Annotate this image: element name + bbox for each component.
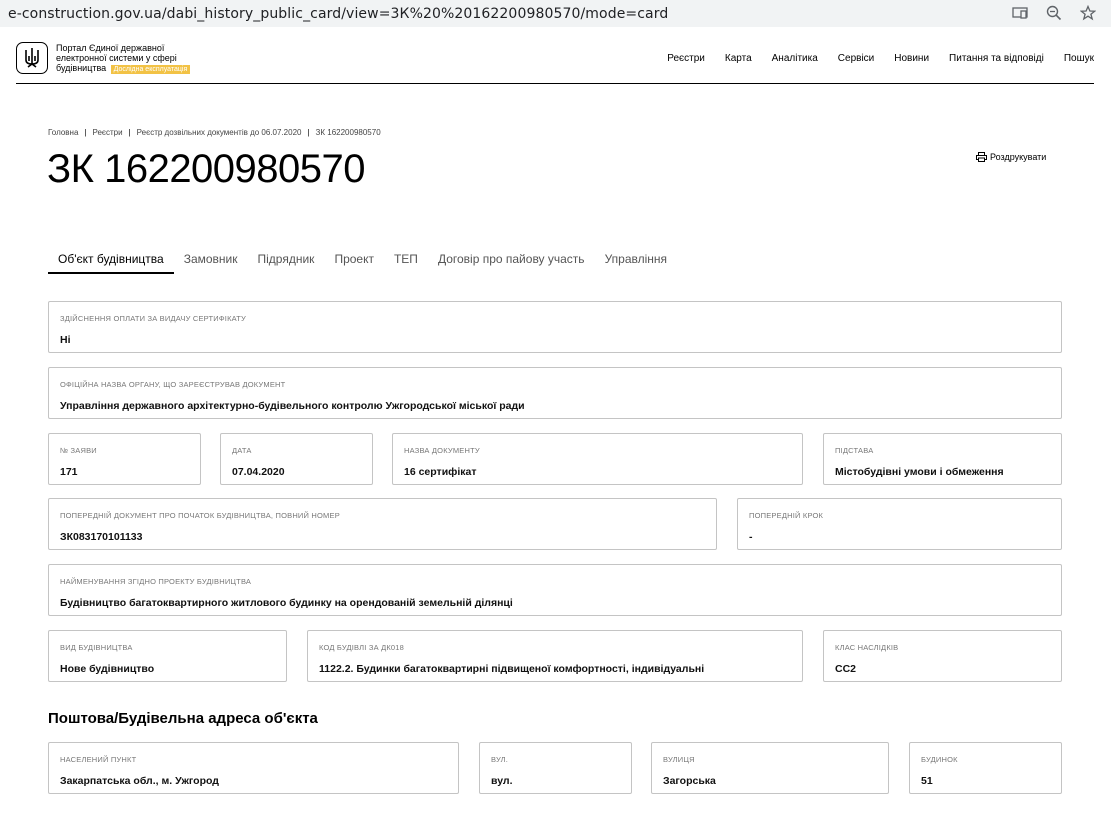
field-value: 1122.2. Будинки багатоквартирні підвищен… [319,663,705,675]
field-value: - [749,531,753,543]
nav-analytics[interactable]: Аналітика [772,53,818,64]
nav-faq[interactable]: Питання та відповіді [949,53,1044,64]
breadcrumb-home[interactable]: Головна [48,128,78,137]
tabs: Об'єкт будівництва Замовник Підрядник Пр… [48,250,677,274]
trident-logo-icon[interactable] [16,42,48,74]
field-label: Назва документу [404,446,480,455]
payment-field: Здійснення оплати за видачу сертифікату … [48,301,1062,353]
previous-step-field: Попередній крок - [737,498,1062,550]
field-label: Будинок [921,755,958,764]
nav-map[interactable]: Карта [725,53,752,64]
basis-field: Підстава Містобудівні умови і обмеження [823,433,1062,485]
field-value: вул. [491,775,513,787]
field-label: Попередній крок [749,511,824,520]
breadcrumb: Головна | Реєстри | Реєстр дозвільних до… [48,128,381,137]
locality-field: Населений пункт Закарпатська обл., м. Уж… [48,742,459,794]
field-value: Ні [60,334,71,346]
beta-badge: Дослідна експлуатація [110,65,191,74]
consequence-class-field: Клас наслідків СС2 [823,630,1062,682]
breadcrumb-separator: | [128,128,131,137]
breadcrumb-separator: | [307,128,310,137]
tab-project[interactable]: Проект [324,250,384,274]
field-value: 51 [921,775,933,787]
tab-object[interactable]: Об'єкт будівництва [48,250,174,274]
field-value: Закарпатська обл., м. Ужгород [60,775,219,787]
site-header: Портал Єдиної державної електронної сист… [16,40,1094,84]
field-label: Населений пункт [60,755,137,764]
print-label: Роздрукувати [990,152,1047,162]
field-value: ЗК083170101133 [60,531,143,543]
field-label: Підстава [835,446,874,455]
field-label: Вид будівництва [60,643,133,652]
browser-address-bar[interactable]: e-construction.gov.ua/dabi_history_publi… [0,0,1111,27]
project-name-field: Найменування згідно проекту будівництва … [48,564,1062,616]
document-name-field: Назва документу 16 сертифікат [392,433,803,485]
authority-field: Офіційна назва органу, що зареєстрував д… [48,367,1062,419]
field-value: 171 [60,466,78,478]
field-value: СС2 [835,663,857,675]
street-type-field: Вул. вул. [479,742,632,794]
building-number-field: Будинок 51 [909,742,1062,794]
tab-contractor[interactable]: Підрядник [248,250,325,274]
field-label: Вулиця [663,755,695,764]
nav-search[interactable]: Пошук [1064,53,1094,64]
construction-type-field: Вид будівництва Нове будівництво [48,630,287,682]
field-value: 16 сертифікат [404,466,477,478]
print-button[interactable]: Роздрукувати [976,152,1046,162]
building-code-field: Код будівлі за ДК018 1122.2. Будинки баг… [307,630,803,682]
nav-services[interactable]: Сервіси [838,53,874,64]
main-nav: Реєстри Карта Аналітика Сервіси Новини П… [667,53,1094,64]
field-label: № заяви [60,446,97,455]
tab-tep[interactable]: ТЕП [384,250,428,274]
bookmark-star-icon[interactable] [1079,4,1097,22]
field-value: Містобудівні умови і обмеження [835,466,1004,478]
street-field: Вулиця Загорська [651,742,889,794]
cast-icon[interactable] [1011,4,1029,22]
field-value: Нове будівництво [60,663,155,675]
nav-news[interactable]: Новини [894,53,929,64]
field-value: 07.04.2020 [232,466,285,478]
field-label: Код будівлі за ДК018 [319,643,405,652]
tab-management[interactable]: Управління [595,250,677,274]
field-value: Загорська [663,775,716,787]
zoom-icon[interactable] [1045,4,1063,22]
tab-customer[interactable]: Замовник [174,250,248,274]
page-title: ЗК 162200980570 [47,147,366,191]
url-text[interactable]: e-construction.gov.ua/dabi_history_publi… [0,6,668,22]
breadcrumb-current: ЗК 162200980570 [315,128,381,137]
breadcrumb-registry[interactable]: Реєстр дозвільних документів до 06.07.20… [137,128,302,137]
nav-registries[interactable]: Реєстри [667,53,705,64]
breadcrumb-registries[interactable]: Реєстри [92,128,122,137]
field-label: Дата [232,446,252,455]
field-label: Найменування згідно проекту будівництва [60,577,252,586]
portal-name[interactable]: Портал Єдиної державної електронної сист… [56,43,216,74]
field-label: Офіційна назва органу, що зареєстрував д… [60,380,286,389]
field-label: Клас наслідків [835,643,899,652]
application-number-field: № заяви 171 [48,433,201,485]
breadcrumb-separator: | [84,128,87,137]
tab-shared-contract[interactable]: Договір про пайову участь [428,250,595,274]
address-section-title: Поштова/Будівельна адреса об'єкта [48,710,318,727]
printer-icon [976,152,987,162]
date-field: Дата 07.04.2020 [220,433,373,485]
field-label: Вул. [491,755,509,764]
field-value: Управління державного архітектурно-будів… [60,400,525,412]
field-value: Будівництво багатоквартирного житлового … [60,597,513,609]
previous-document-field: Попередній документ про початок будівниц… [48,498,717,550]
field-label: Здійснення оплати за видачу сертифікату [60,314,246,323]
field-label: Попередній документ про початок будівниц… [60,511,340,520]
